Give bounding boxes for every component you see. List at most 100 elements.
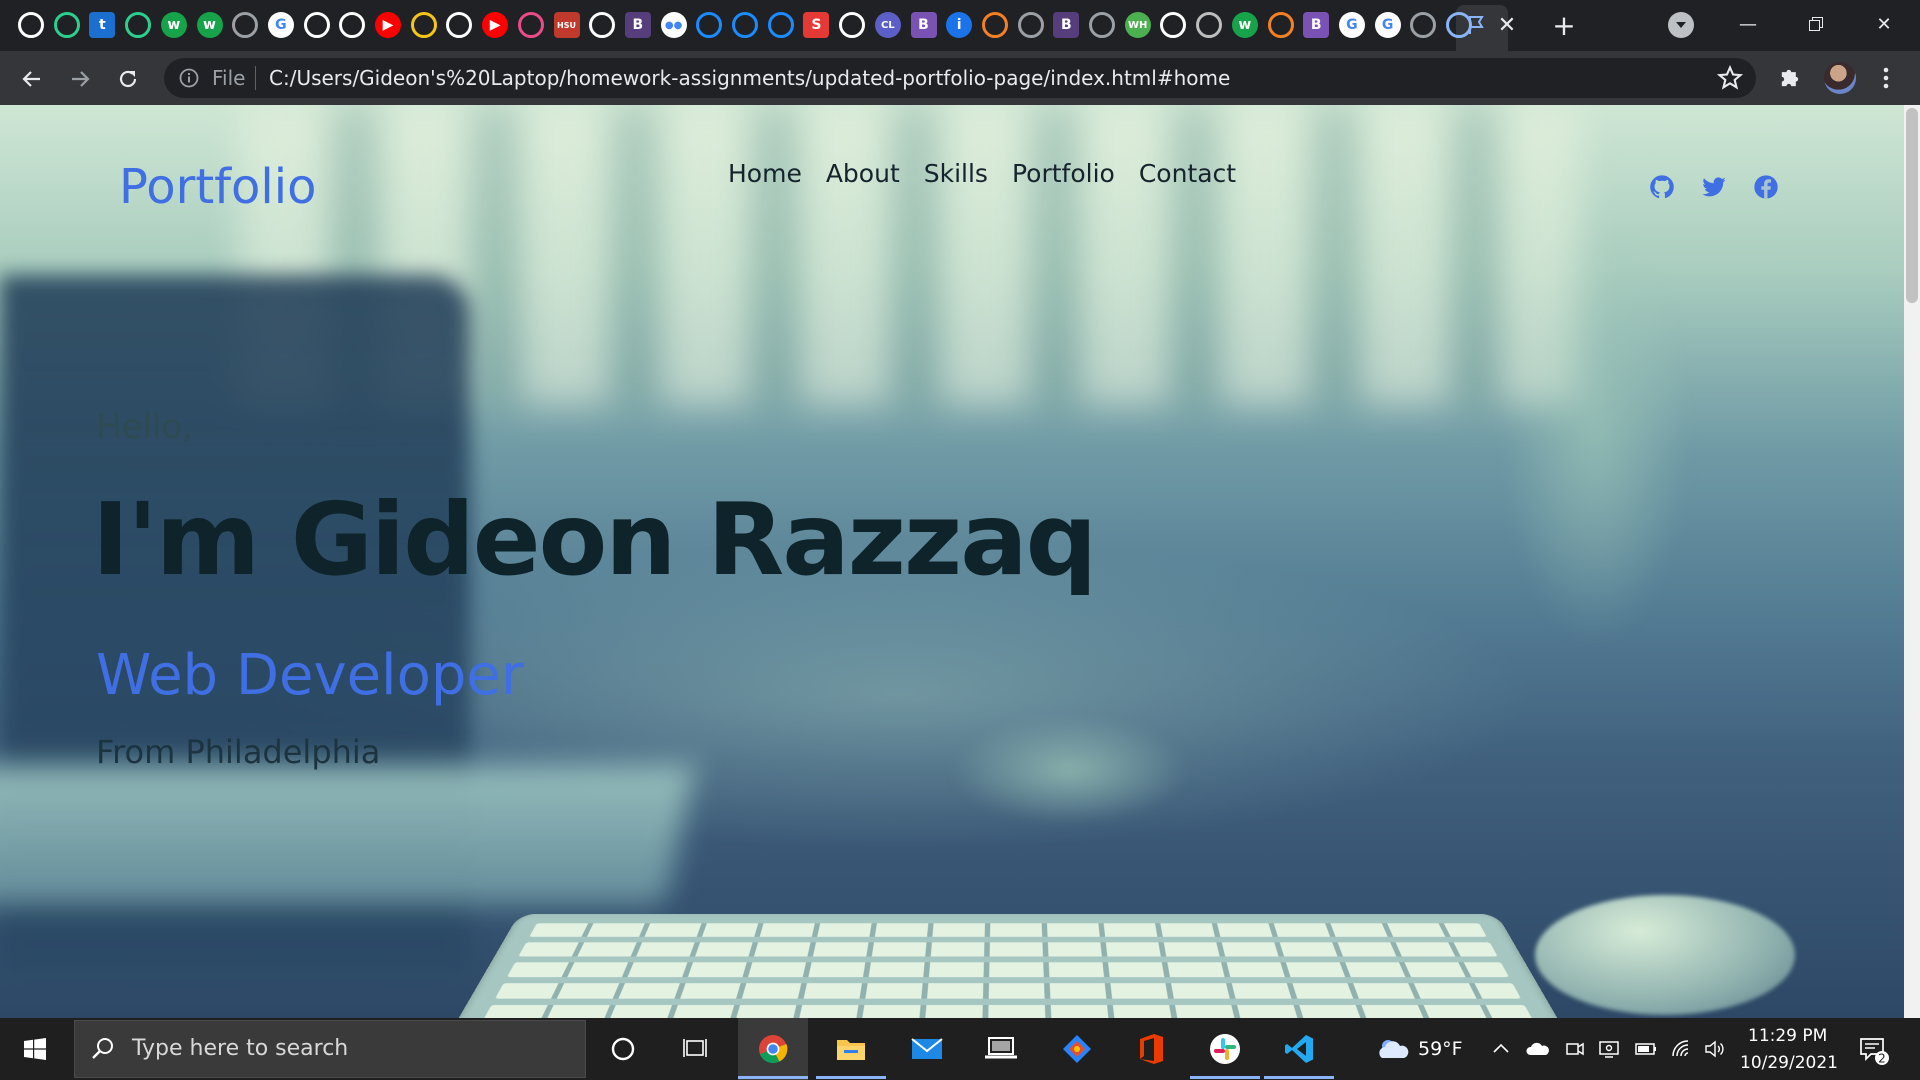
weather-widget[interactable]: 59°F [1376,1036,1463,1062]
meet-now-icon[interactable] [1564,1038,1586,1060]
back-button[interactable] [16,63,48,95]
scrollbar-thumb[interactable] [1906,108,1918,303]
generic-yellow-favicon[interactable] [410,12,437,38]
google-favicon[interactable]: G [267,12,294,38]
keyboard-key-row [482,1005,1534,1018]
dribbble-favicon[interactable] [517,12,544,38]
nav-link-skills[interactable]: Skills [924,159,988,188]
generic-green-favicon[interactable] [53,12,80,38]
clock-time[interactable]: 11:29 PM [1748,1026,1827,1046]
battery-icon[interactable] [1634,1038,1656,1060]
task-view-icon[interactable] [664,1018,726,1080]
blue-flag-favicon[interactable] [732,12,758,38]
search-placeholder[interactable]: Type here to search [132,1036,348,1061]
github-icon[interactable] [1648,173,1676,201]
site-logo[interactable]: Portfolio [119,159,316,215]
wifi-icon[interactable] [1670,1038,1692,1060]
sourcetree-icon[interactable] [1042,1018,1112,1080]
keyboard-key-row [506,962,1510,978]
start-button[interactable] [0,1018,70,1080]
chevron-down-icon [1676,22,1686,28]
tab-search-button[interactable] [1668,12,1694,38]
info-icon[interactable] [178,67,200,89]
display-settings-icon[interactable] [1598,1038,1620,1060]
stackoverflow-favicon[interactable] [981,12,1008,38]
bootstrap-favicon[interactable]: B [1053,12,1080,38]
forward-button[interactable] [64,63,96,95]
hsu-favicon[interactable]: HSU [553,12,580,38]
stackoverflow-favicon[interactable] [1267,12,1294,38]
bootstrap-favicon[interactable]: B [624,12,651,38]
w-favicon[interactable]: w [1231,12,1258,38]
close-tab-icon[interactable]: ✕ [1494,12,1520,38]
new-tab-button[interactable]: + [1549,9,1579,42]
weather-cloud-icon [1379,1040,1409,1058]
chrome-icon[interactable] [738,1018,808,1080]
office-icon[interactable] [1116,1018,1186,1080]
wh-favicon[interactable]: WH [1124,12,1151,38]
background-glass [1500,225,1690,645]
hero-role: Web Developer [96,643,524,708]
flag-favicon[interactable] [1446,12,1472,38]
globe-favicon[interactable] [232,12,259,38]
nav-link-contact[interactable]: Contact [1139,159,1236,188]
google-favicon[interactable]: G [1338,12,1365,38]
w-favicon[interactable]: w [160,12,187,38]
volume-icon[interactable] [1704,1038,1726,1060]
grid-favicon[interactable] [1196,12,1223,38]
reload-button[interactable] [112,63,144,95]
google-favicon[interactable]: G [1374,12,1401,38]
globe-favicon[interactable] [1017,12,1044,38]
mail-icon[interactable] [892,1018,962,1080]
social-links [1648,173,1780,201]
twitter-icon[interactable] [1700,173,1728,201]
site-nav: Home About Skills Portfolio Contact [728,159,1236,188]
nav-link-about[interactable]: About [826,159,900,188]
hero-name: I'm Gideon Razzaq [92,481,1097,598]
search-icon [90,1036,116,1062]
youtube-favicon[interactable]: ▶ [375,12,401,38]
github-favicon[interactable] [839,12,866,38]
medium-favicon[interactable]: ●● [660,12,687,38]
close-window-button[interactable]: ✕ [1864,8,1904,40]
clock-date[interactable]: 10/29/2021 [1740,1053,1838,1073]
profile-avatar[interactable] [1824,62,1856,94]
info-favicon[interactable]: i [946,12,973,38]
restore-icon [1809,17,1823,31]
github-favicon[interactable] [589,12,616,38]
onedrive-icon[interactable] [1526,1038,1549,1060]
vscode-icon[interactable] [1264,1018,1334,1080]
github-favicon[interactable] [18,12,44,38]
restore-button[interactable] [1796,8,1836,40]
bootstrap-favicon[interactable]: B [910,12,937,38]
chrome-menu-icon[interactable] [1874,64,1898,92]
notification-count: 2 [1878,1052,1886,1066]
youtube-favicon[interactable]: ▶ [482,12,509,38]
github-favicon[interactable] [303,12,330,38]
bootstrap-favicon[interactable]: B [1303,12,1330,38]
laptop-app-icon[interactable] [966,1018,1036,1080]
slack-icon[interactable] [1190,1018,1260,1080]
show-hidden-icons-chevron-icon[interactable] [1490,1038,1512,1060]
cortana-icon[interactable] [592,1018,654,1080]
file-explorer-icon[interactable] [816,1018,886,1080]
minimize-button[interactable]: — [1728,8,1768,40]
globe-favicon[interactable] [1089,12,1115,38]
notifications-button[interactable]: 2 [1858,1034,1890,1066]
t-favicon[interactable]: t [89,12,116,38]
notification-icon: 2 [1860,1038,1889,1066]
nav-link-portfolio[interactable]: Portfolio [1012,159,1115,188]
nav-link-home[interactable]: Home [728,159,802,188]
facebook-icon[interactable] [1752,173,1780,201]
bookmark-star-icon[interactable] [1716,64,1744,92]
cl-favicon[interactable]: CL [874,12,901,38]
blue-flag-favicon[interactable] [767,12,794,38]
generic-green-favicon[interactable] [125,12,152,38]
s-favicon[interactable]: S [803,12,830,38]
extensions-puzzle-icon[interactable] [1776,64,1804,92]
back-arrow-icon [22,71,40,87]
w-favicon[interactable]: w [196,12,223,38]
explorer-running-indicator [816,1076,886,1079]
url-text[interactable]: C:/Users/Gideon's%20Laptop/homework-assi… [269,66,1230,90]
background-laptop-base [0,765,695,905]
